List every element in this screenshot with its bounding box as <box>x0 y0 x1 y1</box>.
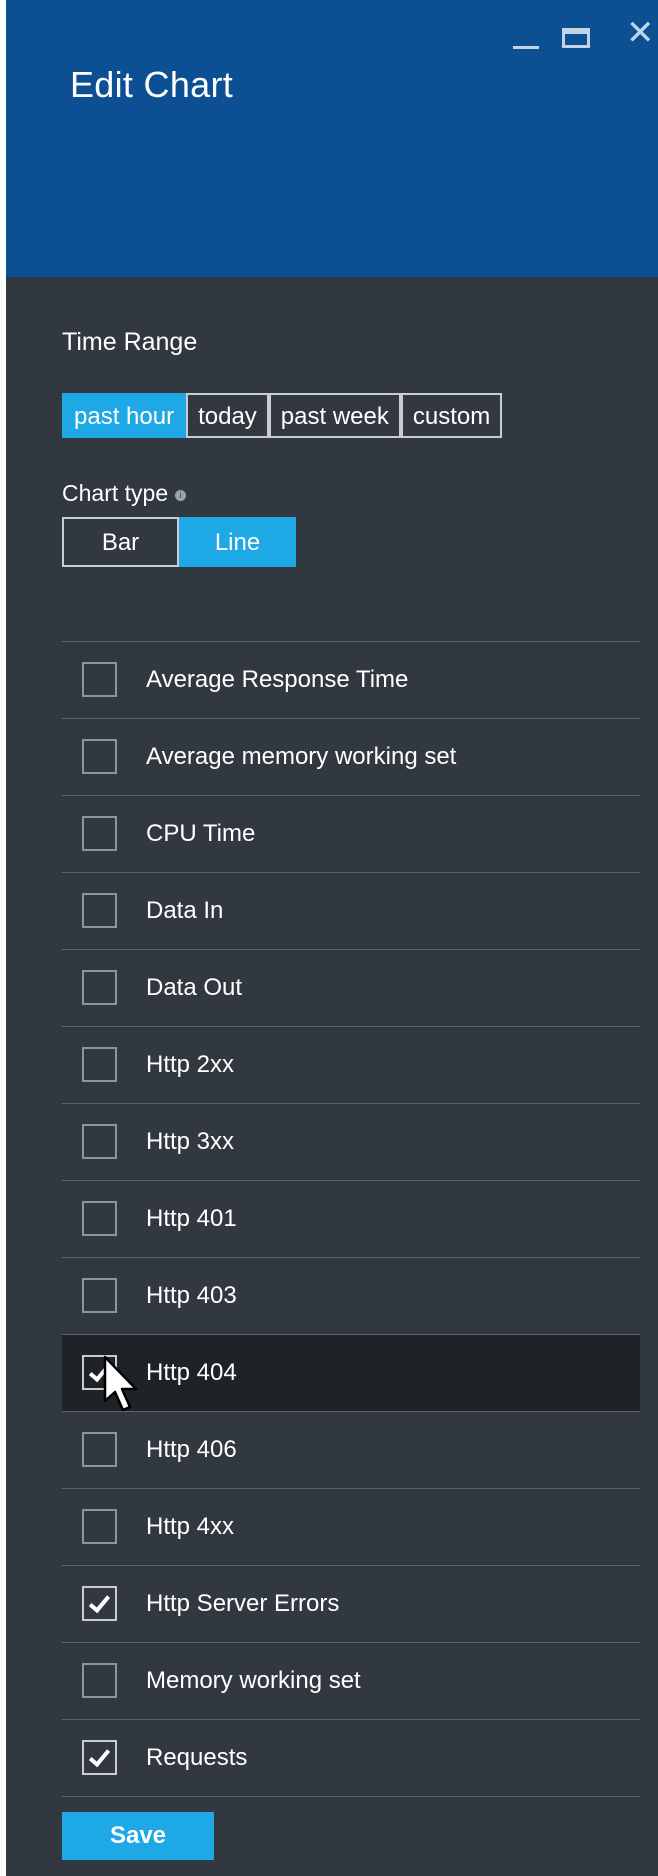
time-range-selector: past hour today past week custom <box>62 393 503 438</box>
metric-list-item[interactable]: Http 4xx <box>62 1489 640 1566</box>
metric-list-item[interactable]: Http 401 <box>62 1181 640 1258</box>
metric-checkbox[interactable] <box>82 1432 117 1467</box>
time-range-label: Time Range <box>62 328 198 356</box>
chart-type-option[interactable]: Bar <box>62 517 179 567</box>
metric-checkbox[interactable] <box>82 1740 117 1775</box>
metric-list-item[interactable]: Http 404 <box>62 1335 640 1412</box>
metric-checkbox[interactable] <box>82 662 117 697</box>
time-range-option[interactable]: custom <box>400 393 503 438</box>
metric-label: Memory working set <box>146 1667 361 1694</box>
metric-checkbox[interactable] <box>82 1509 117 1544</box>
metric-checkbox[interactable] <box>82 1047 117 1082</box>
metric-label: Average Response Time <box>146 666 409 693</box>
metric-label: Data Out <box>146 974 243 1001</box>
time-range-option[interactable]: past week <box>268 393 401 438</box>
metric-label: Http 401 <box>146 1205 237 1232</box>
page-title: Edit Chart <box>70 64 234 105</box>
metric-label: Http 3xx <box>146 1128 235 1155</box>
metric-list-item[interactable]: Average Response Time <box>62 642 640 719</box>
metric-checkbox[interactable] <box>82 1586 117 1621</box>
metric-list-item[interactable]: Requests <box>62 1720 640 1797</box>
metrics-list: Average Response Time Average memory work… <box>62 641 640 1797</box>
metric-checkbox[interactable] <box>82 1278 117 1313</box>
save-button[interactable]: Save <box>62 1812 214 1860</box>
metric-label: Http 403 <box>146 1282 237 1309</box>
mouse-pointer-icon <box>103 1355 138 1412</box>
close-icon[interactable]: ✕ <box>626 16 655 50</box>
metric-checkbox[interactable] <box>82 816 117 851</box>
metric-checkbox[interactable] <box>82 1124 117 1159</box>
metric-checkbox[interactable] <box>82 970 117 1005</box>
blade-header: Edit Chart ✕ <box>6 0 658 277</box>
metric-list-item[interactable]: Http Server Errors <box>62 1566 640 1643</box>
chart-type-selector: Bar Line <box>62 517 296 567</box>
metric-list-item[interactable]: Http 406 <box>62 1412 640 1489</box>
maximize-icon[interactable] <box>562 28 590 48</box>
metric-label: CPU Time <box>146 820 256 847</box>
metric-checkbox[interactable] <box>82 1663 117 1698</box>
metric-checkbox[interactable] <box>82 739 117 774</box>
chart-type-option[interactable]: Line <box>179 517 296 567</box>
edit-chart-blade: Edit Chart ✕ Time Range past hour today pa… <box>0 0 658 1876</box>
metric-label: Http Server Errors <box>146 1590 340 1617</box>
minimize-icon[interactable] <box>513 46 539 49</box>
chart-type-label: Chart type i <box>62 480 187 507</box>
metric-list-item[interactable]: Average memory working set <box>62 719 640 796</box>
metric-label: Requests <box>146 1744 248 1771</box>
metric-list-item[interactable]: Data Out <box>62 950 640 1027</box>
metric-label: Data In <box>146 897 224 924</box>
time-range-option[interactable]: today <box>186 393 269 438</box>
checkmark-icon <box>88 1590 111 1614</box>
metric-list-item[interactable]: Http 403 <box>62 1258 640 1335</box>
metric-checkbox[interactable] <box>82 893 117 928</box>
metric-label: Http 4xx <box>146 1513 235 1540</box>
metric-list-item[interactable]: Http 2xx <box>62 1027 640 1104</box>
metric-list-item[interactable]: Http 3xx <box>62 1104 640 1181</box>
metric-label: Average memory working set <box>146 743 457 770</box>
metric-list-item[interactable]: Memory working set <box>62 1643 640 1720</box>
time-range-option[interactable]: past hour <box>62 393 187 438</box>
metric-checkbox[interactable] <box>82 1201 117 1236</box>
metric-label: Http 406 <box>146 1436 237 1463</box>
info-icon[interactable]: i <box>175 490 187 501</box>
metric-label: Http 404 <box>146 1359 237 1386</box>
chart-type-text: Chart type <box>62 480 169 506</box>
metric-list-item[interactable]: CPU Time <box>62 796 640 873</box>
checkmark-icon <box>88 1744 111 1768</box>
metric-label: Http 2xx <box>146 1051 235 1078</box>
metric-list-item[interactable]: Data In <box>62 873 640 950</box>
